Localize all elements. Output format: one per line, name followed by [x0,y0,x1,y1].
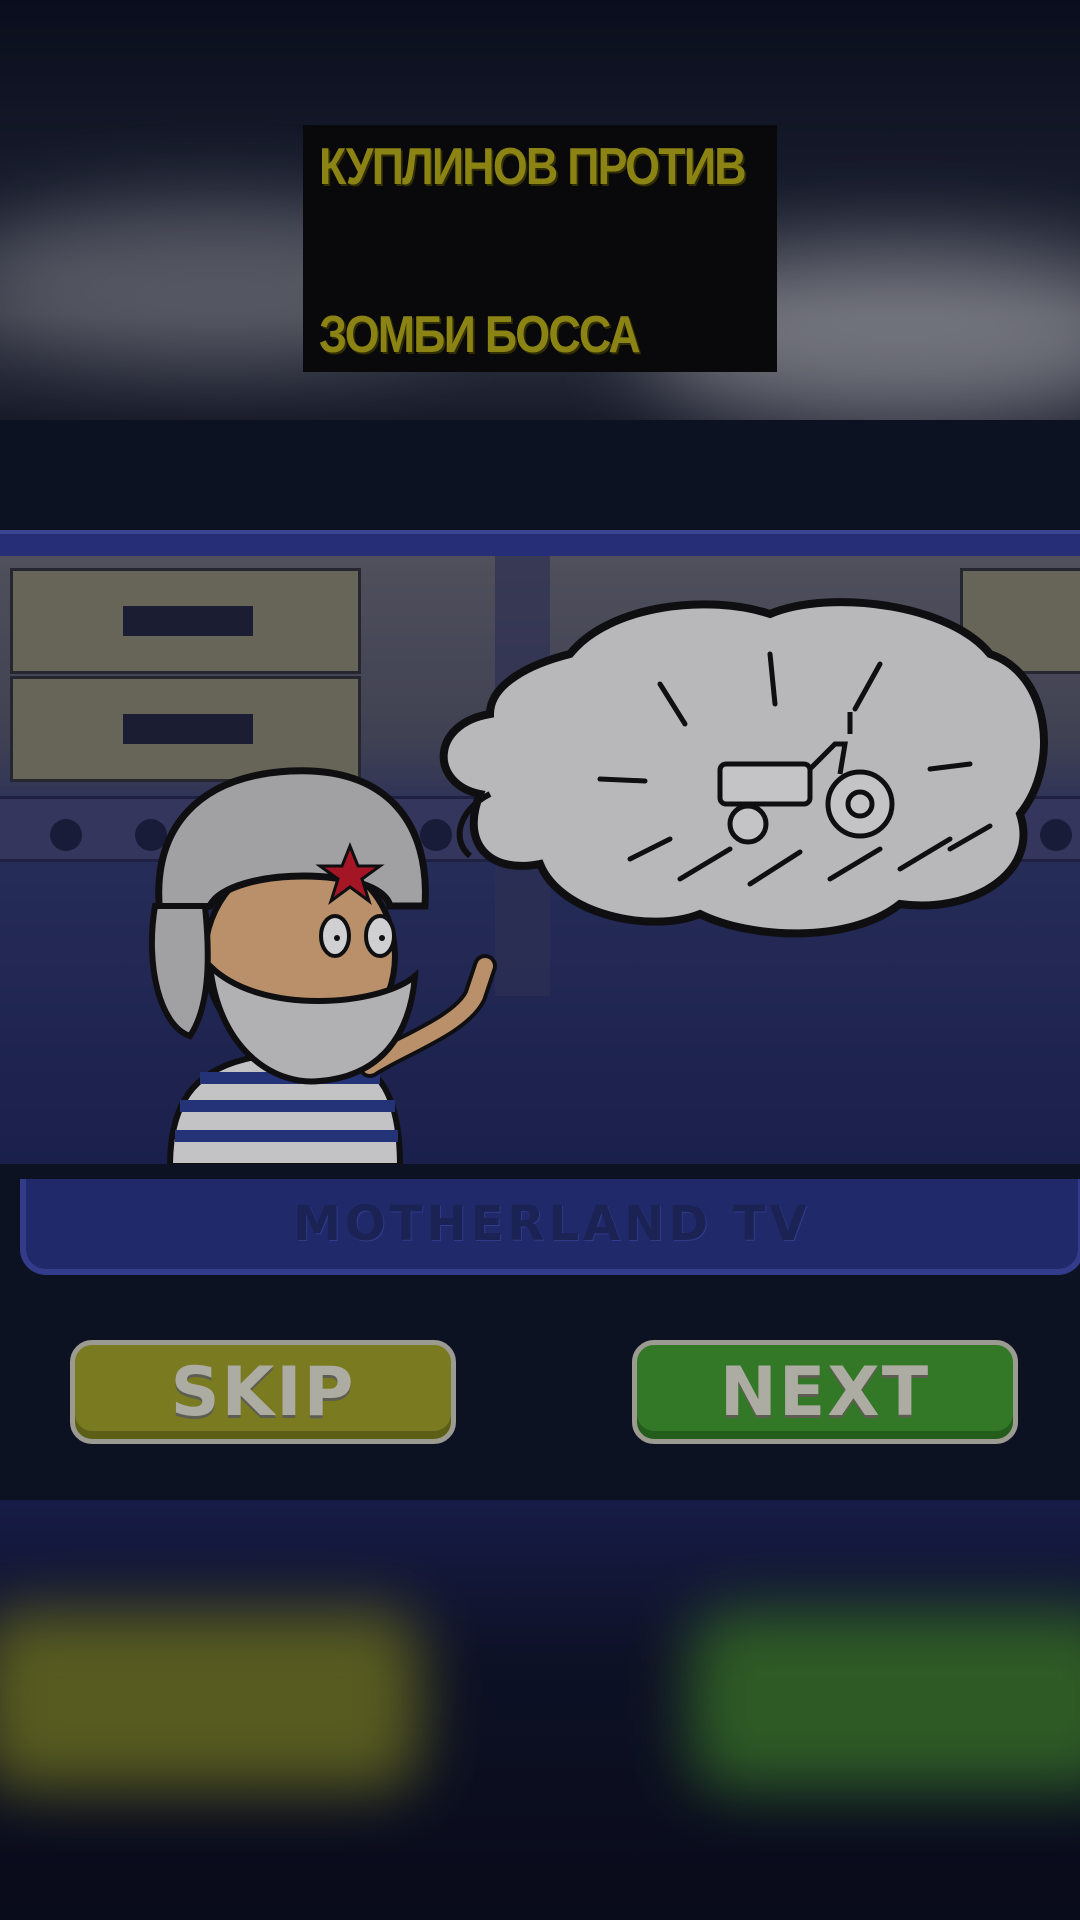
tv-label-bar: MOTHERLAND TV [20,1179,1080,1275]
next-button-label: NEXT [719,1352,931,1432]
title-line-2: ЗОМБИ БОССА [319,306,641,364]
shelf [10,568,361,674]
game-panel: MOTHERLAND TV SKIP NEXT [0,420,1080,1500]
blurred-background-bottom [0,1500,1080,1920]
game-screen: КУПЛИНОВ ПРОТИВ ЗОМБИ БОССА MOTHERLAND T… [0,0,1080,1920]
skip-button[interactable]: SKIP [70,1340,456,1444]
video-title-overlay: КУПЛИНОВ ПРОТИВ ЗОМБИ БОССА [303,125,777,372]
skip-button-label: SKIP [170,1352,356,1432]
tv-frame: MOTHERLAND TV [0,530,1080,1275]
next-button[interactable]: NEXT [632,1340,1018,1444]
cutscene-screen [0,556,1080,1164]
old-man-character [148,767,497,1164]
title-line-1: КУПЛИНОВ ПРОТИВ [319,138,747,196]
tv-label: MOTHERLAND TV [293,1196,811,1252]
